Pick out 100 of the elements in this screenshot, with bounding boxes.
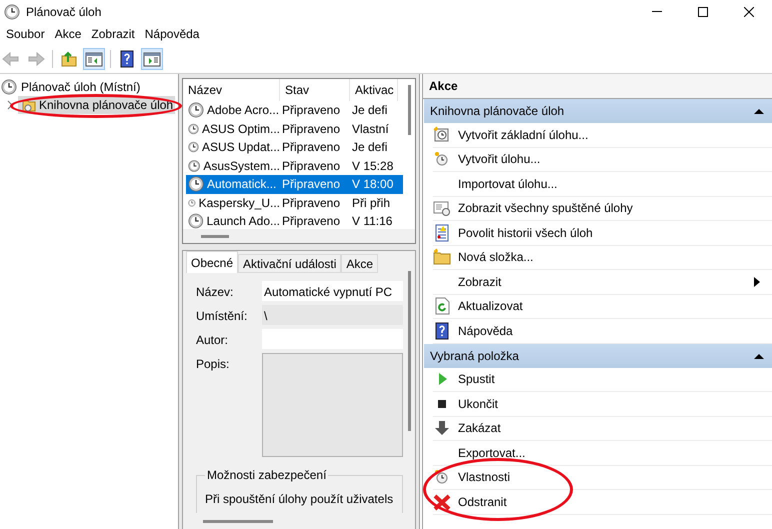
console-tree-button[interactable]	[83, 48, 105, 70]
pane-title: Akce	[423, 74, 772, 99]
menu-item[interactable]: Soubor	[2, 25, 49, 43]
table-cell-text: Kaspersky_U...	[198, 194, 280, 212]
action-item[interactable]: Aktualizovat	[433, 294, 772, 319]
menu-item[interactable]: Zobrazit	[87, 25, 139, 43]
scrollbar-thumb[interactable]	[201, 234, 229, 238]
action-item[interactable]: Odstranit	[433, 490, 772, 514]
action-label: Spustit	[458, 371, 495, 388]
task-row[interactable]: AsusSystem... Připraveno V 15:28	[186, 156, 403, 175]
clock-wizard-icon	[433, 126, 451, 144]
task-list-icon	[433, 199, 451, 218]
action-item[interactable]: Zakázat	[433, 416, 772, 441]
action-label: Aktualizovat	[458, 298, 523, 316]
action-pane-icon	[143, 50, 161, 68]
action-item[interactable]: Importovat úlohu...	[433, 172, 772, 196]
down-arrow-icon	[433, 419, 451, 438]
text-area[interactable]	[262, 353, 403, 457]
column-header[interactable]: Název	[183, 79, 280, 101]
task-row[interactable]: ASUS Updat... Připraveno Je defi	[186, 138, 403, 156]
text-field[interactable]: \	[262, 305, 403, 325]
field-label: Umístění:	[196, 308, 248, 325]
action-label: Exportovat...	[458, 444, 526, 462]
column-header[interactable]: Aktivac	[350, 79, 398, 101]
clock-icon	[188, 102, 204, 118]
action-label: Importovat úlohu...	[458, 176, 558, 193]
table-cell-text: Připraveno	[282, 102, 340, 120]
clock-icon	[4, 4, 20, 20]
tab[interactable]: Obecné	[186, 251, 238, 273]
forward-arrow-icon	[27, 50, 45, 68]
task-row[interactable]: Adobe Acro... Připraveno Je defi	[186, 101, 403, 120]
help-icon	[433, 322, 451, 340]
section-header[interactable]: Knihovna plánovače úloh	[424, 99, 772, 123]
expand-chevron-icon	[6, 100, 14, 110]
action-item[interactable]: Ukončit	[433, 392, 772, 416]
action-label: Zobrazit všechny spuštěné úlohy	[458, 200, 633, 218]
table-cell-text: Je defi	[352, 102, 388, 120]
clock-icon	[1, 79, 17, 95]
table-cell-text: Připraveno	[282, 120, 340, 138]
action-pane-button[interactable]	[141, 48, 163, 70]
task-row[interactable]: Kaspersky_U... Připraveno Při přih	[186, 194, 403, 212]
table-cell-text: V 11:16	[352, 213, 392, 230]
scrollbar-thumb[interactable]	[408, 271, 410, 431]
tab[interactable]: Akce	[341, 254, 378, 273]
window-title: Plánovač úloh	[26, 4, 102, 20]
column-header[interactable]: Stav	[280, 79, 350, 101]
action-item[interactable]: Vytvořit úlohu...	[433, 148, 772, 172]
close-icon	[744, 6, 754, 16]
action-label: Zakázat	[458, 420, 501, 438]
action-label: Vytvořit základní úlohu...	[458, 126, 588, 144]
action-item[interactable]: Spustit	[433, 368, 772, 392]
table-cell-text: Automatick...	[207, 176, 276, 194]
task-row[interactable]: Automatick... Připraveno V 18:00	[186, 175, 403, 194]
section-title: Vybraná položka	[430, 348, 519, 364]
table-cell-text: Je defi	[352, 139, 388, 156]
menu-item[interactable]: Akce	[50, 25, 86, 43]
table-cell-text: V 18:00	[352, 176, 394, 194]
help-icon	[118, 50, 136, 68]
group-title: Možnosti zabezpečení	[205, 468, 328, 483]
action-label: Odstranit	[458, 494, 507, 511]
tree-item[interactable]: Plánovač úloh (Místní)	[21, 78, 140, 96]
log-icon	[433, 224, 451, 242]
task-row[interactable]: Launch Ado... Připraveno V 11:16	[186, 212, 403, 230]
tab[interactable]: Aktivační události	[238, 254, 342, 273]
action-item[interactable]: Zobrazit	[433, 270, 772, 294]
refresh-icon	[433, 297, 451, 316]
action-item[interactable]: Vytvořit základní úlohu...	[433, 123, 772, 148]
task-row[interactable]: ASUS Optim... Připraveno Vlastní	[186, 120, 403, 138]
clock-icon	[188, 158, 200, 174]
table-cell-text: Připraveno	[282, 139, 340, 156]
clock-icon	[188, 176, 204, 192]
table-cell-text: Launch Ado...	[206, 213, 280, 230]
section-header[interactable]: Vybraná položka	[424, 344, 772, 368]
console-tree-icon	[85, 50, 103, 68]
action-label: Vlastnosti	[458, 469, 510, 486]
folder-up-icon	[60, 50, 78, 68]
maximize-icon	[698, 6, 708, 16]
table-cell-text: Vlastní	[352, 120, 389, 138]
section-title: Knihovna plánovače úloh	[430, 103, 564, 120]
table-cell-text: Připraveno	[282, 194, 340, 212]
action-label: Nová složka...	[458, 249, 534, 266]
scrollbar-thumb[interactable]	[408, 85, 410, 135]
action-item[interactable]: Zobrazit všechny spuštěné úlohy	[433, 196, 772, 221]
table-cell-text: Adobe Acro...	[207, 102, 280, 120]
table-cell-text: Připraveno	[282, 158, 340, 175]
security-text: Při spouštění úlohy použít uživatels	[205, 491, 394, 508]
new-folder-icon	[433, 248, 451, 266]
folder-clock-icon	[22, 98, 36, 112]
action-item[interactable]: Vlastnosti	[433, 466, 772, 490]
table-cell-text: ASUS Optim...	[202, 120, 280, 138]
text-field[interactable]: Automatické vypnutí PC	[262, 281, 403, 301]
action-label: Ukončit	[458, 396, 498, 413]
scrollbar-thumb[interactable]	[203, 520, 273, 522]
action-item[interactable]: Exportovat...	[433, 441, 772, 466]
action-item[interactable]: Povolit historii všech úloh	[433, 221, 772, 246]
action-label: Vytvořit úlohu...	[458, 151, 540, 168]
field-label: Popis:	[196, 356, 230, 373]
menu-item[interactable]: Nápověda	[140, 25, 204, 43]
action-item[interactable]: Nová složka...	[433, 246, 772, 270]
table-cell-text: Při přih	[352, 194, 390, 212]
